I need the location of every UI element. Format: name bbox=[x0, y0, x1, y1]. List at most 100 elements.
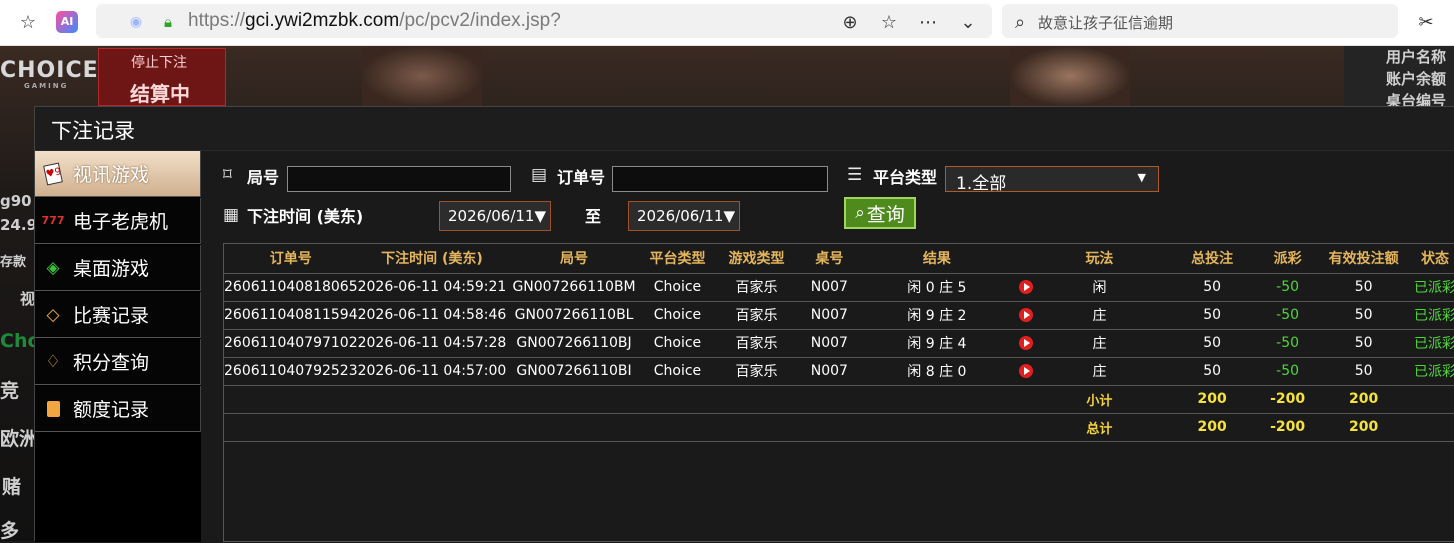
cell-round: GN007266110BJ bbox=[506, 329, 642, 358]
cell-bet: 50 bbox=[1162, 357, 1262, 386]
date-from-picker[interactable]: 2026/06/11▼ bbox=[439, 201, 551, 231]
column-header: 局号 bbox=[506, 244, 642, 274]
summary-cell: -200 bbox=[1261, 385, 1314, 414]
bg-left-text: 存款 bbox=[0, 255, 27, 270]
dropdown-arrow-icon: ▼ bbox=[534, 207, 547, 225]
cell-payout: -50 bbox=[1261, 329, 1314, 358]
summary-cell: 总计 bbox=[1036, 413, 1163, 442]
sidebar-item-label: 积分查询 bbox=[73, 352, 150, 374]
cell-table: N007 bbox=[799, 273, 859, 302]
play-video-icon[interactable] bbox=[1018, 364, 1033, 378]
summary-cell: 200 bbox=[1162, 385, 1262, 414]
play-video-icon[interactable] bbox=[1018, 280, 1033, 294]
date-from-value: 2026/06/11 bbox=[448, 207, 535, 225]
sidebar-item-live-games[interactable]: ♥9 视讯游戏 bbox=[35, 151, 201, 197]
cell-result: 闲 0 庄 5 bbox=[858, 273, 1015, 302]
dropdown-arrow-icon: ▼ bbox=[1137, 171, 1146, 184]
cell-order: 260611040792523 bbox=[224, 357, 358, 386]
bg-left-text: g90 bbox=[0, 192, 32, 210]
favorites-icon[interactable]: ☆ bbox=[16, 10, 40, 34]
star-icon[interactable]: ☆ bbox=[877, 10, 901, 34]
url-text[interactable]: https://gci.ywi2mzbk.com/pc/pcv2/index.j… bbox=[188, 10, 561, 32]
search-icon: ⌕ bbox=[855, 203, 865, 223]
sidebar: ♥9 视讯游戏 777 电子老虎机 ◈ 桌面游戏 ◇ 比赛记录 ♢ 积分查询 额… bbox=[35, 151, 201, 542]
cell-game: 百家乐 bbox=[713, 273, 800, 302]
column-header bbox=[1014, 244, 1037, 274]
sidebar-item-label: 电子老虎机 bbox=[73, 211, 169, 233]
summary-cell bbox=[1014, 385, 1037, 414]
subtotal-row: 小计 200 -200 200 bbox=[224, 385, 1454, 414]
search-text[interactable]: 故意让孩子征信逾期 bbox=[1038, 12, 1173, 33]
summary-cell bbox=[1014, 413, 1037, 442]
cell-round: GN007266110BI bbox=[506, 357, 642, 386]
replay-cell[interactable] bbox=[1014, 357, 1037, 386]
cell-status: 已派彩 bbox=[1413, 329, 1454, 358]
tag-icon: ⌑ bbox=[223, 165, 232, 185]
play-video-icon[interactable] bbox=[1018, 308, 1033, 322]
summary-cell bbox=[641, 413, 714, 442]
cell-order: 260611040818065 bbox=[224, 273, 358, 302]
more-icon[interactable]: ⋯ bbox=[916, 10, 940, 34]
cell-time: 2026-06-11 04:57:00 bbox=[357, 357, 507, 386]
sidebar-item-label: 额度记录 bbox=[73, 399, 150, 421]
cell-game: 百家乐 bbox=[713, 357, 800, 386]
summary-cell bbox=[641, 385, 714, 414]
search-icon[interactable]: ⌕ bbox=[1008, 10, 1032, 34]
bg-left-text: 视 bbox=[20, 290, 36, 308]
platform-select-value: 1.全部 bbox=[956, 174, 1007, 194]
summary-cell bbox=[713, 413, 800, 442]
query-button[interactable]: ⌕ 查询 bbox=[844, 197, 916, 229]
column-header: 订单号 bbox=[224, 244, 358, 274]
summary-cell bbox=[858, 385, 1015, 414]
summary-cell bbox=[799, 385, 859, 414]
sidebar-item-match-records[interactable]: ◇ 比赛记录 bbox=[35, 292, 201, 338]
tracking-icon[interactable]: ◉ bbox=[124, 10, 148, 34]
replay-cell[interactable] bbox=[1014, 329, 1037, 358]
cell-table: N007 bbox=[799, 329, 859, 358]
table-header-row: 订单号 下注时间 (美东) 局号 平台类型 游戏类型 桌号 结果 玩法 总投注 派彩 有效投注额 状态 bbox=[224, 244, 1454, 274]
scissors-icon[interactable]: ✂ bbox=[1414, 10, 1438, 34]
cell-bet: 50 bbox=[1162, 329, 1262, 358]
cell-result: 闲 8 庄 0 bbox=[858, 357, 1015, 386]
bet-record-modal: 下注记录 ♥9 视讯游戏 777 电子老虎机 ◈ 桌面游戏 ◇ 比赛记录 ♢ 积… bbox=[34, 106, 1454, 542]
document-icon bbox=[41, 397, 65, 421]
browser-toolbar: ☆ AI ◉ 🔒︎ https://gci.ywi2mzbk.com/pc/pc… bbox=[0, 0, 1454, 46]
order-input[interactable] bbox=[612, 166, 828, 192]
round-label: 局号 bbox=[247, 168, 280, 187]
bg-left-text: 欧洲 bbox=[0, 428, 39, 450]
round-input[interactable] bbox=[287, 166, 511, 192]
summary-cell bbox=[506, 385, 642, 414]
cell-play: 庄 bbox=[1036, 357, 1163, 386]
cell-status: 已派彩 bbox=[1413, 301, 1454, 330]
summary-cell bbox=[1413, 385, 1454, 414]
summary-cell bbox=[357, 385, 507, 414]
platform-select[interactable]: 1.全部 ▼ bbox=[945, 166, 1159, 194]
sidebar-item-points[interactable]: ♢ 积分查询 bbox=[35, 339, 201, 385]
cell-round: GN007266110BM bbox=[506, 273, 642, 302]
chevron-down-icon[interactable]: ⌄ bbox=[956, 10, 980, 34]
sidebar-item-slots[interactable]: 777 电子老虎机 bbox=[35, 198, 201, 244]
cell-time: 2026-06-11 04:59:21 bbox=[357, 273, 507, 302]
date-to-picker[interactable]: 2026/06/11▼ bbox=[628, 201, 740, 231]
replay-cell[interactable] bbox=[1014, 301, 1037, 330]
cell-platform: Choice bbox=[641, 329, 714, 358]
balance-label: 账户余额 bbox=[1386, 70, 1447, 88]
modal-header: 下注记录 bbox=[35, 107, 1454, 151]
play-video-icon[interactable] bbox=[1018, 336, 1033, 350]
sidebar-item-table-games[interactable]: ◈ 桌面游戏 bbox=[35, 245, 201, 291]
replay-cell[interactable] bbox=[1014, 273, 1037, 302]
main-content: ⌑ 局号 ▤ 订单号 ☰ 平台类型 1.全部 ▼ ▦ 下注时间 (美东) 202… bbox=[201, 151, 1454, 542]
stop-bet-text: 停止下注 bbox=[131, 55, 187, 71]
cell-play: 庄 bbox=[1036, 329, 1163, 358]
dealer-image-2 bbox=[1010, 46, 1130, 106]
sidebar-item-credit-records[interactable]: 额度记录 bbox=[35, 386, 201, 432]
table-row: 260611040792523 2026-06-11 04:57:00 GN0072… bbox=[224, 357, 1454, 386]
settling-text: 结算中 bbox=[130, 82, 190, 106]
bg-left-text: 竞 bbox=[0, 380, 20, 402]
column-header: 游戏类型 bbox=[713, 244, 800, 274]
cell-play: 庄 bbox=[1036, 301, 1163, 330]
dropdown-arrow-icon: ▼ bbox=[723, 207, 736, 225]
cell-status: 已派彩 bbox=[1413, 273, 1454, 302]
ai-icon[interactable]: AI bbox=[55, 10, 79, 34]
extension-icon[interactable]: ⊕ bbox=[838, 10, 862, 34]
